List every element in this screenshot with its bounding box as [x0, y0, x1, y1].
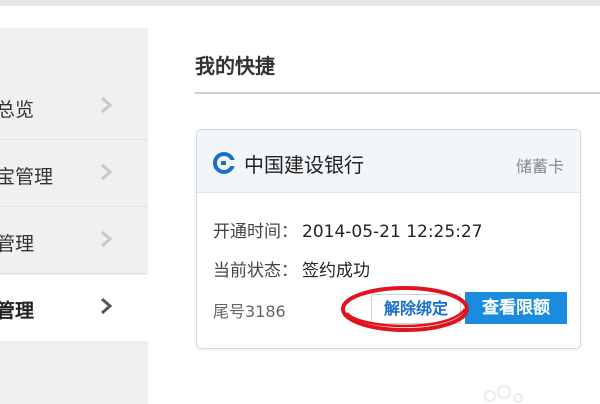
sidebar-item-label: 宝管理 [0, 166, 54, 188]
card-type-label: 储蓄卡 [515, 157, 564, 176]
chevron-right-icon [101, 297, 113, 315]
card-header: 中国建设银行 储蓄卡 [197, 130, 580, 193]
sidebar-item-card-management[interactable]: 管理 [0, 275, 148, 341]
sidebar-item-overview[interactable]: 总览 [0, 74, 148, 140]
open-time-label: 开通时间： [213, 222, 298, 242]
open-time-row: 开通时间： 2014-05-21 12:25:27 [213, 217, 483, 242]
sidebar-item-management[interactable]: 管理 [0, 208, 148, 274]
sidebar: 总览 宝管理 管理 管理 [0, 28, 148, 404]
sidebar-item-label: 管理 [0, 233, 35, 255]
bank-name: 中国建设银行 [244, 153, 364, 177]
status-value: 签约成功 [302, 261, 370, 281]
open-time-value: 2014-05-21 12:25:27 [302, 222, 483, 242]
decorative-watermark-icon [484, 385, 523, 403]
sidebar-item-label: 管理 [0, 300, 35, 322]
sidebar-item-treasure-management[interactable]: 宝管理 [0, 141, 148, 207]
chevron-right-icon [101, 96, 113, 114]
page-title: 我的快捷 [195, 54, 275, 78]
sidebar-item-label: 总览 [0, 99, 35, 121]
bank-card-panel: 中国建设银行 储蓄卡 开通时间： 2014-05-21 12:25:27 当前状态… [196, 129, 581, 349]
status-label: 当前状态： [213, 261, 298, 281]
view-limit-button[interactable]: 查看限额 [465, 292, 567, 324]
card-tail-number: 尾号3186 [213, 302, 286, 321]
status-row: 当前状态： 签约成功 [213, 256, 370, 281]
title-divider [195, 92, 600, 94]
unbind-button[interactable]: 解除绑定 [371, 294, 461, 324]
top-border [0, 0, 600, 6]
chevron-right-icon [101, 163, 113, 181]
ccb-logo-icon [213, 152, 235, 174]
chevron-right-icon [101, 230, 113, 248]
